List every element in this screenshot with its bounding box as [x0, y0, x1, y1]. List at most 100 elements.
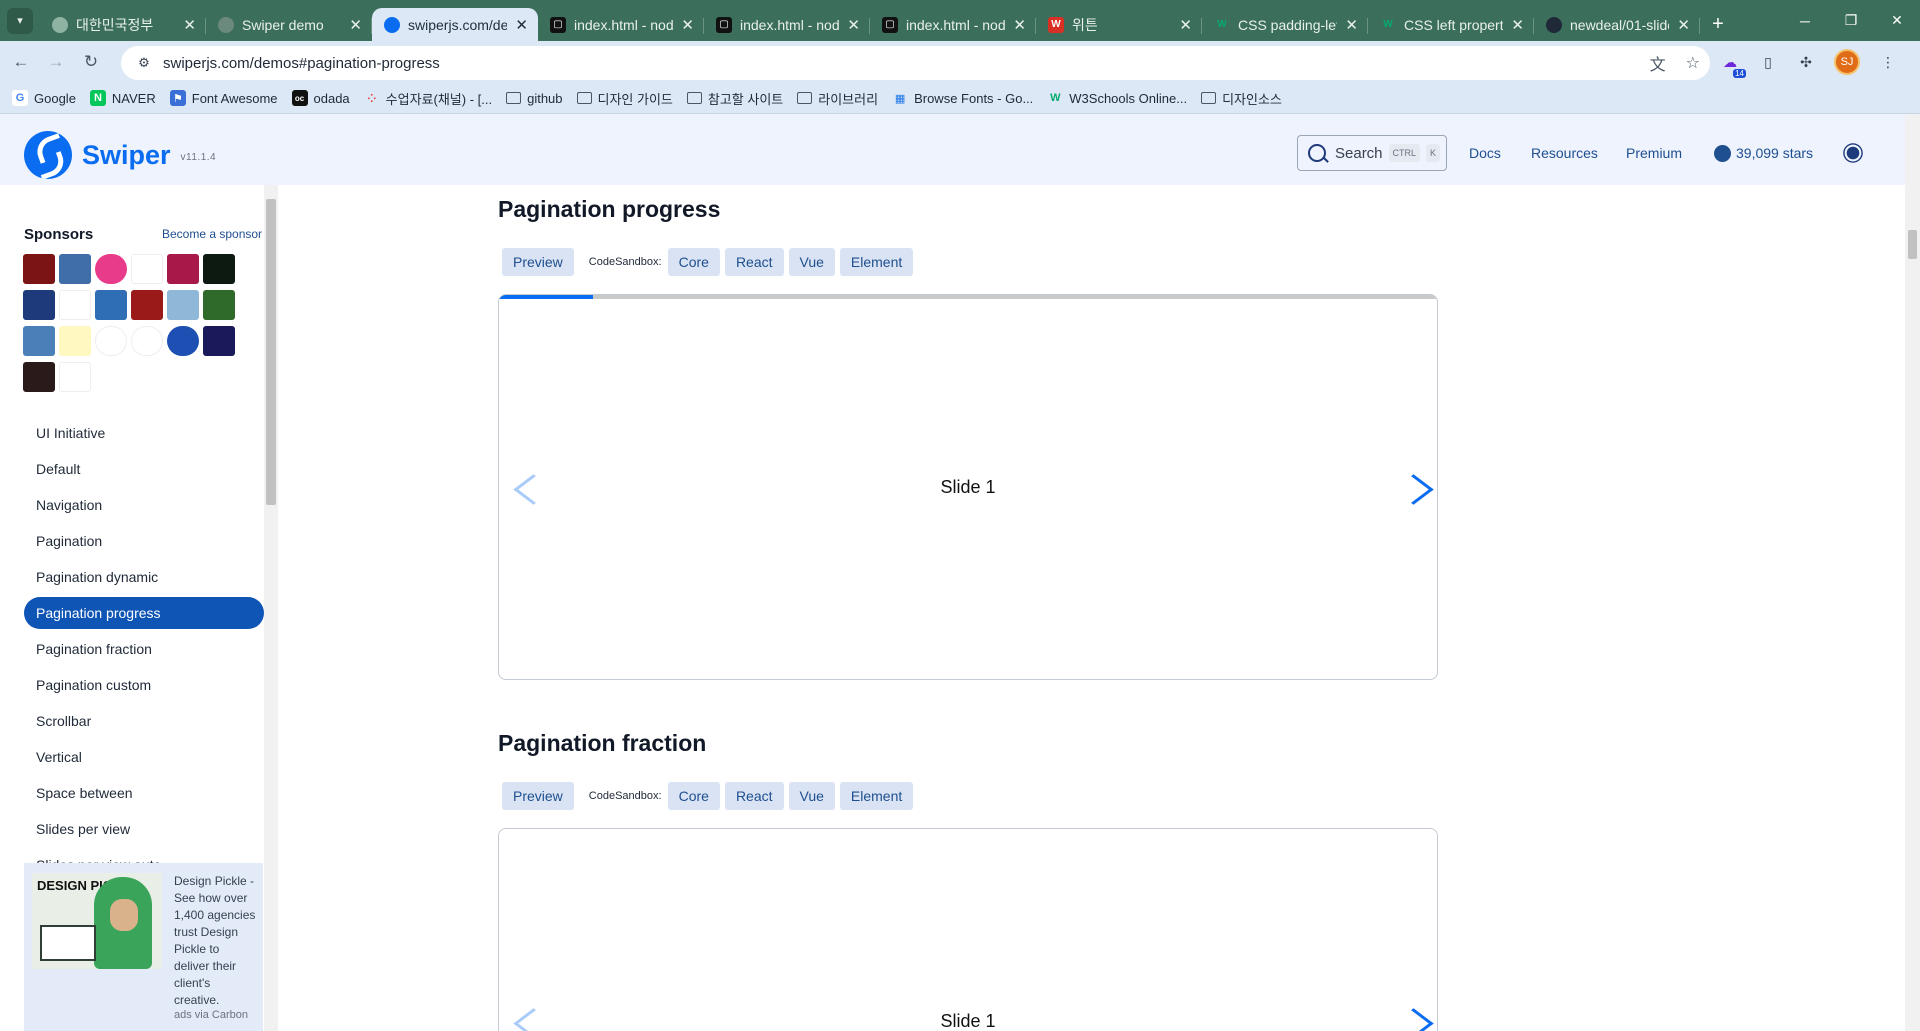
browser-tab[interactable]: Swiper demo ✕ — [206, 8, 372, 41]
browser-tab[interactable]: W 위튼 ✕ — [1036, 8, 1202, 41]
bookmark-item[interactable]: ▦ Browse Fonts - Go... — [892, 90, 1033, 106]
nav-resources[interactable]: Resources — [1531, 135, 1598, 171]
browser-tab[interactable]: ▢ index.html - node ✕ — [870, 8, 1036, 41]
sidebar-item-default[interactable]: Default — [24, 453, 264, 485]
sponsor-logo[interactable] — [95, 254, 127, 284]
sponsor-logo[interactable] — [59, 290, 91, 320]
sponsor-logo[interactable] — [167, 326, 199, 356]
sponsor-logo[interactable] — [23, 254, 55, 284]
address-bar[interactable]: ⚙ swiperjs.com/demos#pagination-progress… — [121, 46, 1710, 80]
sidebar-scroll-thumb[interactable] — [266, 199, 276, 505]
sidebar-scrollbar[interactable] — [264, 185, 278, 1031]
bookmark-item[interactable]: ⚑ Font Awesome — [169, 90, 278, 106]
browser-tab[interactable]: ▢ index.html - node ✕ — [538, 8, 704, 41]
bookmark-item[interactable]: N NAVER — [89, 90, 156, 106]
minimize-button[interactable]: ─ — [1782, 0, 1828, 41]
url-text[interactable]: swiperjs.com/demos#pagination-progress — [163, 55, 440, 72]
sidebar-item-ui-initiative[interactable]: UI Initiative — [24, 417, 264, 449]
sidebar-item-slides-per-view[interactable]: Slides per view — [24, 813, 264, 845]
bookmark-star-icon[interactable]: ☆ — [1686, 53, 1700, 73]
page-scroll-thumb[interactable] — [1908, 230, 1917, 259]
nav-docs[interactable]: Docs — [1469, 135, 1501, 171]
close-tab-icon[interactable]: ✕ — [1013, 16, 1026, 34]
next-arrow-button[interactable] — [1401, 467, 1431, 511]
close-tab-icon[interactable]: ✕ — [349, 16, 362, 34]
bookmark-item[interactable]: oc odada — [291, 90, 350, 106]
reload-button[interactable]: ↻ — [77, 48, 105, 76]
close-tab-icon[interactable]: ✕ — [847, 16, 860, 34]
prev-arrow-button[interactable] — [513, 1001, 543, 1031]
browser-tab[interactable]: swiperjs.com/demos#pagination-progress ✕ — [372, 8, 538, 41]
browser-tab[interactable]: 대한민국정부 ✕ — [40, 8, 206, 41]
swiper-demo-pagination-progress[interactable]: Slide 1 — [498, 294, 1438, 680]
theme-toggle-sun-icon[interactable] — [1846, 146, 1860, 160]
swiper-logo[interactable]: Swiper v11.1.4 — [24, 131, 216, 179]
sidebar-item-space-between[interactable]: Space between — [24, 777, 264, 809]
close-tab-icon[interactable]: ✕ — [1179, 16, 1192, 34]
sidebar-item-scrollbar[interactable]: Scrollbar — [24, 705, 264, 737]
forward-button[interactable]: → — [42, 48, 70, 76]
sidebar-item-pagination[interactable]: Pagination — [24, 525, 264, 557]
profile-avatar[interactable]: SJ — [1834, 49, 1860, 75]
close-window-button[interactable]: ✕ — [1874, 0, 1920, 41]
bookmark-item[interactable]: 참고할 사이트 — [686, 89, 783, 108]
browser-tab[interactable]: newdeal/01-slide ✕ — [1534, 8, 1700, 41]
browser-tab[interactable]: ▢ index.html - node ✕ — [704, 8, 870, 41]
carbon-ad[interactable]: DESIGN PICKLE Design Pickle - See how ov… — [24, 863, 263, 1031]
sponsor-logo[interactable] — [131, 290, 163, 320]
bookmark-item[interactable]: 디자인 가이드 — [576, 89, 673, 108]
core-link[interactable]: Core — [667, 782, 720, 810]
next-arrow-button[interactable] — [1401, 1001, 1431, 1031]
restore-button[interactable]: ❐ — [1828, 0, 1874, 41]
nav-premium[interactable]: Premium — [1626, 135, 1682, 171]
element-link[interactable]: Element — [839, 782, 914, 810]
react-link[interactable]: React — [724, 248, 784, 276]
reading-list-icon[interactable]: ▯ — [1758, 52, 1778, 72]
page-scrollbar[interactable] — [1905, 114, 1920, 1031]
sidebar-item-pagination-custom[interactable]: Pagination custom — [24, 669, 264, 701]
bookmark-item[interactable]: G Google — [12, 90, 76, 106]
browser-tab[interactable]: W CSS left property ✕ — [1368, 8, 1534, 41]
sponsor-logo[interactable] — [203, 290, 235, 320]
sponsor-logo[interactable] — [23, 290, 55, 320]
core-link[interactable]: Core — [667, 248, 720, 276]
vue-link[interactable]: Vue — [788, 782, 835, 810]
ad-via[interactable]: ads via Carbon — [174, 1009, 248, 1021]
translate-icon[interactable]: 文 — [1650, 51, 1666, 75]
become-sponsor-link[interactable]: Become a sponsor — [162, 227, 262, 241]
bookmark-item[interactable]: github — [506, 91, 563, 106]
browser-tab[interactable]: W CSS padding-left ✕ — [1202, 8, 1368, 41]
close-tab-icon[interactable]: ✕ — [183, 16, 196, 34]
sponsor-logo[interactable] — [23, 326, 55, 356]
sponsor-logo[interactable] — [167, 290, 199, 320]
bookmark-item[interactable]: 라이브러리 — [797, 89, 878, 108]
sponsor-logo[interactable] — [203, 254, 235, 284]
bookmark-item[interactable]: 디자인소스 — [1201, 89, 1282, 108]
back-button[interactable]: ← — [7, 48, 35, 76]
sponsor-logo[interactable] — [59, 326, 91, 356]
puzzle-icon[interactable]: ✣ — [1796, 52, 1816, 72]
close-tab-icon[interactable]: ✕ — [1677, 16, 1690, 34]
preview-button[interactable]: Preview — [502, 248, 574, 276]
ad-text[interactable]: Design Pickle - See how over 1,400 agenc… — [174, 873, 258, 1009]
extension-icon[interactable]: ☁ 14 — [1720, 52, 1746, 78]
sponsor-logo[interactable] — [95, 290, 127, 320]
vue-link[interactable]: Vue — [788, 248, 835, 276]
github-stars-link[interactable]: 39,099 stars — [1714, 135, 1813, 171]
sponsor-logo[interactable] — [167, 254, 199, 284]
sponsor-logo[interactable] — [59, 362, 91, 392]
sidebar-item-vertical[interactable]: Vertical — [24, 741, 264, 773]
search-button[interactable]: Search CTRL K — [1297, 135, 1447, 171]
sponsor-logo[interactable] — [23, 362, 55, 392]
sponsor-logo[interactable] — [95, 326, 127, 356]
react-link[interactable]: React — [724, 782, 784, 810]
tab-search-button[interactable]: ▾ — [0, 0, 40, 41]
bookmark-item[interactable]: ⁘ 수업자료(채널) - [... — [364, 89, 492, 108]
close-tab-icon[interactable]: ✕ — [681, 16, 694, 34]
new-tab-button[interactable]: + — [1700, 8, 1736, 41]
site-info-icon[interactable]: ⚙ — [135, 54, 153, 72]
bookmark-item[interactable]: W W3Schools Online... — [1047, 90, 1187, 106]
close-tab-icon[interactable]: ✕ — [515, 16, 528, 34]
sidebar-item-pagination-dynamic[interactable]: Pagination dynamic — [24, 561, 264, 593]
sidebar-item-pagination-progress[interactable]: Pagination progress — [24, 597, 264, 629]
